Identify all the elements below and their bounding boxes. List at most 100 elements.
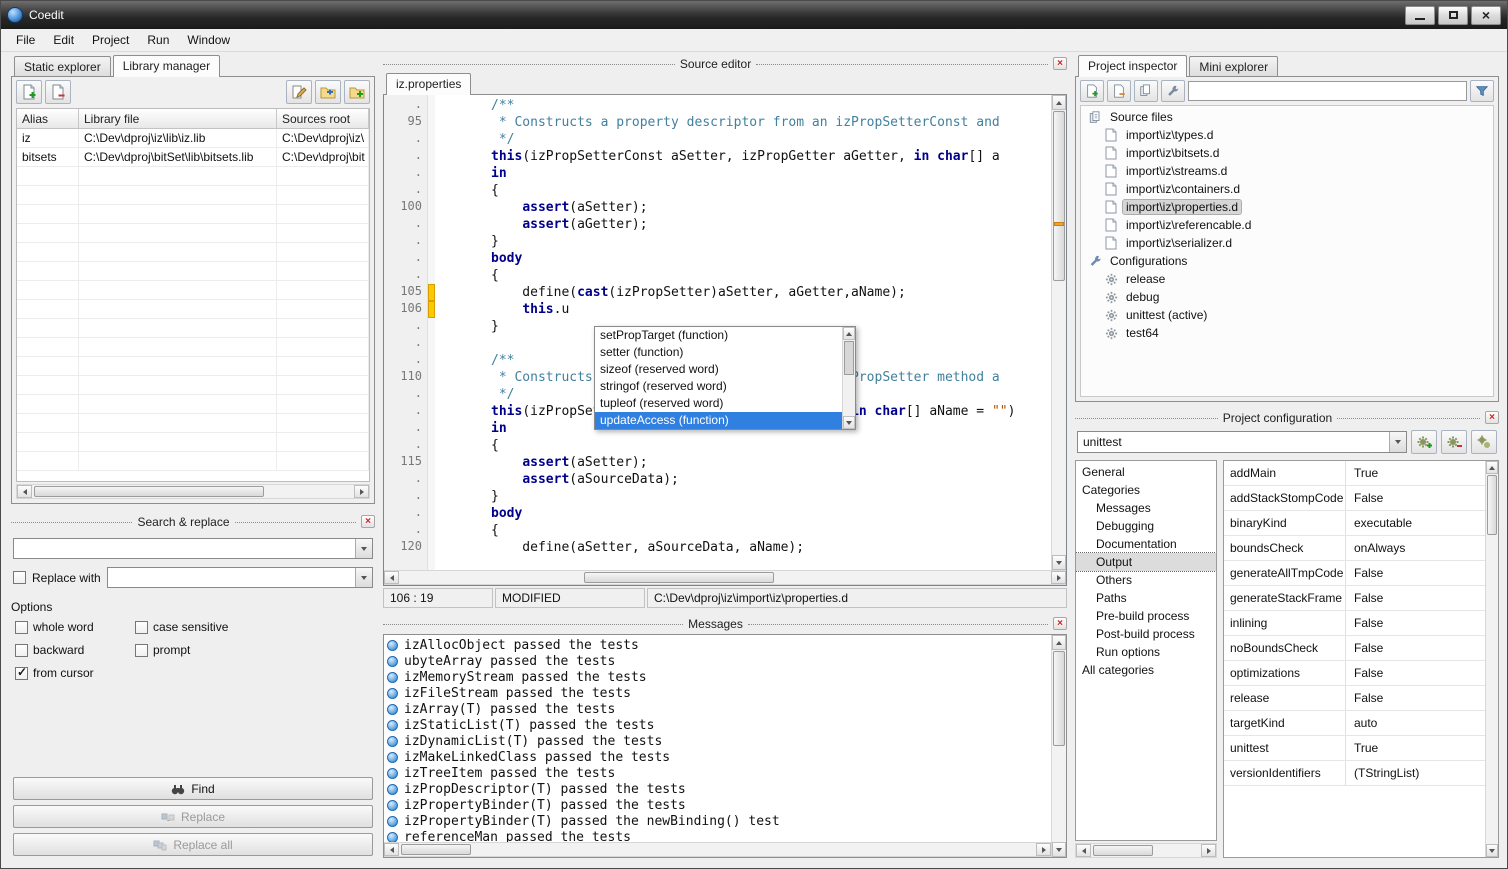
code-line[interactable]: { xyxy=(435,522,1051,539)
add-folder-button[interactable] xyxy=(344,80,370,104)
tree-item-file[interactable]: import\iz\types.d xyxy=(1081,126,1493,144)
table-row[interactable] xyxy=(17,243,369,262)
checkbox[interactable] xyxy=(15,667,28,680)
table-row[interactable] xyxy=(17,167,369,186)
scroll-right-button[interactable] xyxy=(1036,843,1051,856)
property-row[interactable]: addStackStompCodeFalse xyxy=(1224,486,1485,511)
category-item[interactable]: General xyxy=(1076,463,1216,481)
property-value[interactable]: True xyxy=(1346,736,1485,760)
scrollbar-thumb[interactable] xyxy=(401,844,471,855)
category-item[interactable]: Documentation xyxy=(1076,535,1216,553)
property-row[interactable]: inliningFalse xyxy=(1224,611,1485,636)
message-row[interactable]: izMakeLinkedClass passed the tests xyxy=(387,749,1051,765)
menu-item-edit[interactable]: Edit xyxy=(44,30,83,50)
checkbox[interactable] xyxy=(15,621,28,634)
scroll-left-button[interactable] xyxy=(1076,844,1091,857)
scroll-up-button[interactable] xyxy=(843,327,855,340)
code-line[interactable]: body xyxy=(435,505,1051,522)
scroll-down-button[interactable] xyxy=(843,416,855,429)
message-row[interactable]: izStaticList(T) passed the tests xyxy=(387,717,1051,733)
scroll-right-button[interactable] xyxy=(1051,571,1066,584)
property-value[interactable]: (TStringList) xyxy=(1346,761,1485,785)
replace-all-button[interactable]: Replace all xyxy=(13,833,373,856)
message-row[interactable]: izPropertyBinder(T) passed the newBindin… xyxy=(387,813,1051,829)
scrollbar-thumb[interactable] xyxy=(34,486,264,497)
table-row[interactable] xyxy=(17,300,369,319)
completion-item[interactable]: setPropTarget (function) xyxy=(595,327,842,344)
table-row[interactable] xyxy=(17,414,369,433)
completion-item[interactable]: updateAccess (function) xyxy=(595,412,842,429)
completion-item[interactable]: stringof (reserved word) xyxy=(595,378,842,395)
property-value[interactable]: False xyxy=(1346,561,1485,585)
scroll-down-button[interactable] xyxy=(1486,844,1498,857)
completion-scrollbar[interactable] xyxy=(842,327,855,429)
tree-item-file[interactable]: import\iz\referencable.d xyxy=(1081,216,1493,234)
code-line[interactable]: } xyxy=(435,488,1051,505)
tree-item-config[interactable]: test64 xyxy=(1081,324,1493,342)
category-item[interactable]: Output xyxy=(1076,553,1216,571)
message-row[interactable]: ubyteArray passed the tests xyxy=(387,653,1051,669)
checkbox[interactable] xyxy=(15,644,28,657)
tab-project-inspector[interactable]: Project inspector xyxy=(1078,55,1187,77)
replace-with-combobox[interactable] xyxy=(107,567,373,588)
table-row[interactable] xyxy=(17,281,369,300)
open-library-folder-button[interactable] xyxy=(315,80,341,104)
property-value[interactable]: auto xyxy=(1346,711,1485,735)
close-panel-button[interactable]: × xyxy=(1485,411,1499,424)
scrollbar-thumb[interactable] xyxy=(1053,651,1065,746)
code-line[interactable]: in xyxy=(435,165,1051,182)
property-value[interactable]: executable xyxy=(1346,511,1485,535)
category-item[interactable]: Run options xyxy=(1076,643,1216,661)
message-row[interactable]: izAllocObject passed the tests xyxy=(387,637,1051,653)
code-line[interactable]: /** xyxy=(435,97,1051,114)
property-value[interactable]: False xyxy=(1346,486,1485,510)
add-configuration-button[interactable] xyxy=(1411,430,1437,454)
tree-item-source-files[interactable]: Source files xyxy=(1081,108,1493,126)
table-row[interactable] xyxy=(17,319,369,338)
add-source-button[interactable] xyxy=(1080,80,1104,102)
dropdown-button[interactable] xyxy=(355,568,372,587)
code-line[interactable]: * Constructs a property descriptor from … xyxy=(435,114,1051,131)
menu-item-run[interactable]: Run xyxy=(138,30,178,50)
category-item[interactable]: Messages xyxy=(1076,499,1216,517)
find-button[interactable]: Find xyxy=(13,777,373,800)
code-line[interactable]: */ xyxy=(435,131,1051,148)
menu-item-project[interactable]: Project xyxy=(83,30,138,50)
scroll-right-button[interactable] xyxy=(354,485,369,498)
table-row[interactable] xyxy=(17,452,369,471)
property-row[interactable]: unittestTrue xyxy=(1224,736,1485,761)
code-line[interactable]: this(izPropSetterConst aSetter, izPropGe… xyxy=(435,148,1051,165)
maximize-button[interactable] xyxy=(1438,6,1468,25)
tab-iz-properties[interactable]: iz.properties xyxy=(386,73,471,95)
menu-item-window[interactable]: Window xyxy=(178,30,239,50)
code-line[interactable]: { xyxy=(435,182,1051,199)
category-item[interactable]: Post-build process xyxy=(1076,625,1216,643)
minimize-button[interactable] xyxy=(1405,6,1435,25)
tree-item-config[interactable]: unittest (active) xyxy=(1081,306,1493,324)
close-panel-button[interactable]: × xyxy=(1053,57,1067,70)
code-line[interactable]: assert(aSetter); xyxy=(435,454,1051,471)
tree-item-configurations[interactable]: Configurations xyxy=(1081,252,1493,270)
table-row[interactable]: bitsetsC:\Dev\dproj\bitSet\lib\bitsets.l… xyxy=(17,148,369,167)
property-value[interactable]: True xyxy=(1346,461,1485,485)
table-row[interactable] xyxy=(17,338,369,357)
code-line[interactable]: body xyxy=(435,250,1051,267)
messages-vscrollbar[interactable] xyxy=(1051,635,1066,857)
close-panel-button[interactable]: × xyxy=(1053,617,1067,630)
tree-item-file[interactable]: import\iz\streams.d xyxy=(1081,162,1493,180)
scroll-left-button[interactable] xyxy=(384,571,399,584)
property-value[interactable]: False xyxy=(1346,636,1485,660)
scrollbar-thumb[interactable] xyxy=(844,341,854,375)
property-value[interactable]: onAlways xyxy=(1346,536,1485,560)
column-header-library-file[interactable]: Library file xyxy=(79,109,277,128)
editor-gutter[interactable]: .95....100....105106...110....115....120 xyxy=(384,95,428,570)
messages-hscrollbar[interactable] xyxy=(384,842,1051,857)
dropdown-button[interactable] xyxy=(355,539,372,558)
close-button[interactable]: × xyxy=(1471,6,1501,25)
code-line[interactable]: this.u xyxy=(435,301,1051,318)
table-row[interactable] xyxy=(17,205,369,224)
code-line[interactable]: assert(aSetter); xyxy=(435,199,1051,216)
table-row[interactable] xyxy=(17,357,369,376)
category-item[interactable]: All categories xyxy=(1076,661,1216,679)
open-source-button[interactable] xyxy=(1134,80,1158,102)
